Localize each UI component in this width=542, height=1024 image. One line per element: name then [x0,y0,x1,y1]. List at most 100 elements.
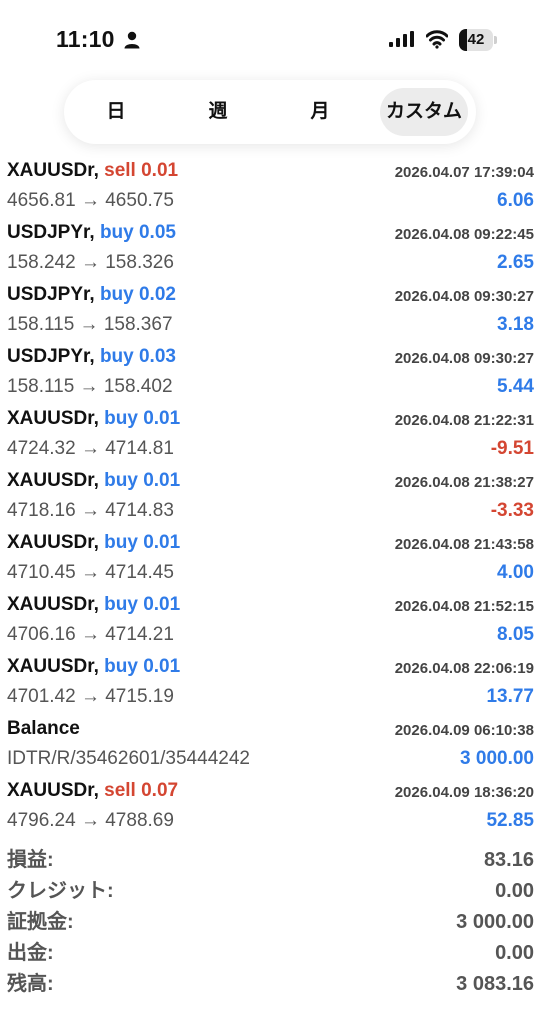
trade-datetime: 2026.04.08 21:22:31 [394,412,534,429]
trade-side-volume: buy 0.01 [104,532,181,553]
trade-profit: 3.18 [497,314,534,335]
trade-title: XAUUSDr, buy 0.01 [7,594,181,615]
battery-icon: 42 [459,29,499,51]
tab-week[interactable]: 週 [174,88,262,136]
trade-profit: 8.05 [497,624,534,645]
trade-profit: 6.06 [497,190,534,211]
trade-profit: 13.77 [486,686,534,707]
tab-month[interactable]: 月 [276,88,364,136]
person-icon [124,31,140,49]
trade-datetime: 2026.04.07 17:39:04 [394,164,534,181]
trade-prices: 158.115 → 158.402 [7,376,173,397]
trade-title: XAUUSDr, buy 0.01 [7,408,181,429]
trade-row[interactable]: USDJPYr, buy 0.05 2026.04.08 09:22:45 15… [0,220,542,282]
trade-datetime: 2026.04.08 09:30:27 [394,288,534,305]
trade-prices: 4710.45 → 4714.45 [7,562,174,583]
summary-withdrawal: 出金: 0.00 [0,939,542,970]
trade-side-volume: buy 0.01 [104,656,181,677]
trade-prices: 158.115 → 158.367 [7,314,173,335]
trade-profit: -9.51 [490,438,534,459]
trade-prices: 4796.24 → 4788.69 [7,810,174,831]
trade-datetime: 2026.04.09 18:36:20 [394,784,534,801]
summary-value: 3 083.16 [456,973,534,995]
trade-title: XAUUSDr, sell 0.07 [7,780,179,801]
trade-row[interactable]: XAUUSDr, sell 0.07 2026.04.09 18:36:20 4… [0,778,542,840]
trade-profit: 52.85 [486,810,534,831]
trade-profit: 4.00 [497,562,534,583]
trade-side-volume: sell 0.01 [104,160,179,181]
trade-title: XAUUSDr, buy 0.01 [7,656,181,677]
summary-value: 0.00 [495,880,534,902]
trade-side-volume: buy 0.01 [104,408,181,429]
trade-prices: 4706.16 → 4714.21 [7,624,174,645]
trade-symbol: XAUUSDr [7,470,94,491]
trade-prices: 4718.16 → 4714.83 [7,500,174,521]
trade-symbol: USDJPYr [7,346,90,367]
summary-profit: 損益: 83.16 [0,846,542,877]
trade-datetime: 2026.04.08 22:06:19 [394,660,534,677]
trade-symbol: USDJPYr [7,222,90,243]
wifi-icon [426,30,448,49]
battery-level: 42 [467,31,485,48]
trade-symbol: XAUUSDr [7,532,94,553]
trade-title: XAUUSDr, buy 0.01 [7,470,181,491]
summary-credit: クレジット: 0.00 [0,877,542,908]
summary-deposit: 証拠金: 3 000.00 [0,908,542,939]
summary-label: 損益: [7,849,54,871]
trade-side-volume: buy 0.02 [99,284,176,305]
trade-symbol: XAUUSDr [7,408,94,429]
trade-symbol: XAUUSDr [7,594,94,615]
trade-side-volume: buy 0.03 [99,346,176,367]
trade-row[interactable]: XAUUSDr, buy 0.01 2026.04.08 21:38:27 47… [0,468,542,530]
balance-label: Balance [7,718,80,739]
trade-title: XAUUSDr, sell 0.01 [7,160,179,181]
trade-datetime: 2026.04.08 21:38:27 [394,474,534,491]
trade-side-volume: buy 0.01 [104,594,181,615]
trade-profit: 2.65 [497,252,534,273]
summary-balance: 残高: 3 083.16 [0,970,542,1001]
summary-value: 83.16 [483,849,534,871]
trade-title: USDJPYr, buy 0.02 [7,284,176,305]
summary-value: 3 000.00 [456,911,534,933]
trade-symbol: USDJPYr [7,284,90,305]
trade-row[interactable]: XAUUSDr, buy 0.01 2026.04.08 21:52:15 47… [0,592,542,654]
trade-datetime: 2026.04.08 09:22:45 [394,226,534,243]
balance-row[interactable]: Balance 2026.04.09 06:10:38 IDTR/R/35462… [0,716,542,778]
battery-body: 42 [459,29,493,51]
trade-symbol: XAUUSDr [7,160,94,181]
trade-prices: 4701.42 → 4715.19 [7,686,174,707]
trade-side-volume: buy 0.05 [99,222,176,243]
trade-prices: 4724.32 → 4714.81 [7,438,174,459]
status-time: 11:10 [56,26,115,52]
status-bar: 11:10 42 [0,0,542,80]
tab-day[interactable]: 日 [72,88,160,136]
trade-row[interactable]: XAUUSDr, buy 0.01 2026.04.08 21:43:58 47… [0,530,542,592]
trade-prices: 4656.81 → 4650.75 [7,190,174,211]
trade-datetime: 2026.04.08 09:30:27 [394,350,534,367]
trade-row[interactable]: XAUUSDr, buy 0.01 2026.04.08 21:22:31 47… [0,406,542,468]
summary-label: 出金: [7,942,54,964]
trade-row[interactable]: XAUUSDr, sell 0.01 2026.04.07 17:39:04 4… [0,158,542,220]
trade-side-volume: buy 0.01 [104,470,181,491]
summary-label: 証拠金: [7,911,74,933]
trade-history-list: XAUUSDr, sell 0.01 2026.04.07 17:39:04 4… [0,158,542,840]
trade-prices: 158.242 → 158.326 [7,252,174,273]
trade-datetime: 2026.04.08 21:43:58 [394,536,534,553]
trade-title: XAUUSDr, buy 0.01 [7,532,181,553]
trade-title: USDJPYr, buy 0.03 [7,346,176,367]
trade-profit: 5.44 [497,376,534,397]
trade-row[interactable]: USDJPYr, buy 0.02 2026.04.08 09:30:27 15… [0,282,542,344]
trade-symbol: XAUUSDr [7,780,94,801]
trade-side-volume: sell 0.07 [104,780,179,801]
trade-symbol: XAUUSDr [7,656,94,677]
period-segmented-control: 日 週 月 カスタム [64,80,476,144]
trade-datetime: 2026.04.09 06:10:38 [394,722,534,739]
summary-label: クレジット: [7,880,114,902]
trade-row[interactable]: XAUUSDr, buy 0.01 2026.04.08 22:06:19 47… [0,654,542,716]
battery-tip [494,36,497,44]
trade-row[interactable]: USDJPYr, buy 0.03 2026.04.08 09:30:27 15… [0,344,542,406]
trade-title: USDJPYr, buy 0.05 [7,222,176,243]
trade-datetime: 2026.04.08 21:52:15 [394,598,534,615]
tab-custom[interactable]: カスタム [380,88,468,136]
summary-label: 残高: [7,973,54,995]
